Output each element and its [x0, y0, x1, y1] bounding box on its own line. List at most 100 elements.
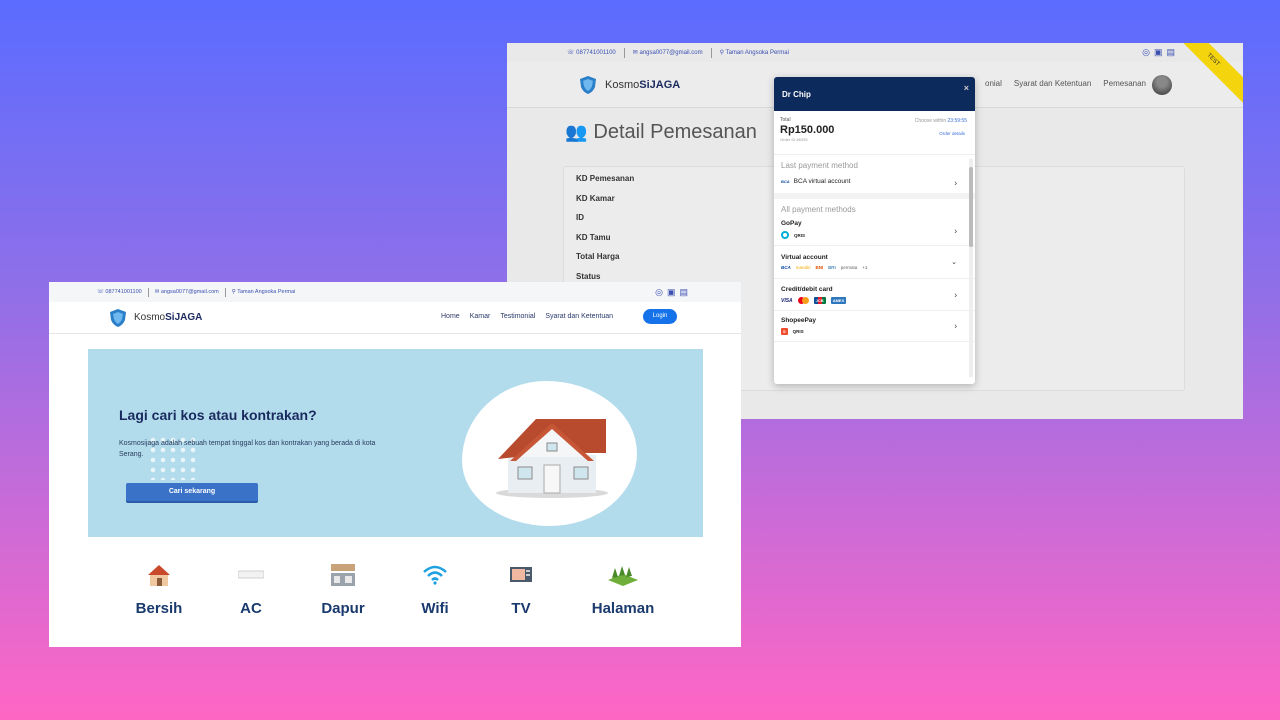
feature-item: TV	[481, 562, 561, 617]
nav-pemesanan[interactable]: Pemesanan	[1103, 79, 1146, 88]
email-text: ✉ angsa0077@gmail.com	[154, 289, 219, 295]
feature-label: Bersih	[135, 600, 183, 617]
hero-description: Kosmosijaga adalah sebuah tempat tinggal…	[119, 440, 376, 458]
brand-prefix: Kosmo	[605, 78, 640, 91]
order-id: Order ID #6335	[780, 137, 808, 142]
countdown-timer: Choose within 23:59:55	[914, 118, 967, 124]
mail-icon[interactable]: ▤	[679, 287, 688, 298]
wifi-icon	[423, 565, 447, 585]
house-icon	[148, 565, 170, 586]
page-title: 👥 Detail Pemesanan	[565, 121, 757, 143]
feature-label: Halaman	[591, 600, 655, 617]
bni-logo: BNI	[815, 265, 824, 270]
tv-icon	[510, 567, 532, 582]
whatsapp-icon[interactable]: ◎	[655, 287, 663, 298]
feature-item: AC	[211, 562, 291, 617]
qris-logo: QRIS	[794, 232, 806, 238]
merchant-name: Dr Chip	[782, 89, 811, 99]
mandiri-logo: mandiri	[795, 265, 811, 270]
brand-logo[interactable]: KosmoSiJAGA	[577, 74, 680, 96]
chevron-down-icon: ⌄	[951, 259, 957, 266]
yard-icon	[608, 566, 638, 586]
modal-header: Dr Chip ×	[774, 77, 975, 111]
chevron-right-icon: ›	[954, 290, 957, 299]
user-avatar[interactable]	[1152, 75, 1172, 95]
nav-home[interactable]: Home	[441, 313, 460, 320]
permata-logo: permata	[840, 265, 858, 270]
feature-label: TV	[511, 600, 531, 617]
feature-label: AC	[240, 600, 262, 617]
feature-label: Dapur	[321, 600, 365, 617]
shield-logo-icon	[580, 75, 596, 94]
nav-syarat[interactable]: Syarat dan Ketentuan	[545, 313, 613, 320]
chevron-right-icon: ›	[954, 321, 957, 331]
instagram-icon[interactable]: ▣	[667, 287, 676, 298]
nav-links: Home Kamar Testimonial Syarat dan Ketent…	[441, 313, 613, 320]
total-summary: Total Rp150.000 Order ID #6335 Choose wi…	[774, 111, 975, 155]
hero-title: Lagi cari kos atau kontrakan?	[119, 407, 317, 423]
users-icon: 👥	[565, 122, 588, 142]
nav-links: onial Syarat dan Ketentuan Pemesanan	[985, 79, 1146, 88]
feature-label: Wifi	[421, 600, 449, 617]
email-text: ✉ angsa0077@gmail.com	[632, 50, 703, 56]
feature-item: Wifi	[395, 562, 475, 617]
house-icon	[496, 419, 608, 498]
shopeepay-logo: S	[781, 328, 788, 335]
payment-method-shopeepay[interactable]: ShopeePay S QRIS ›	[774, 311, 975, 342]
bca-logo: BCA	[781, 265, 791, 270]
search-now-button[interactable]: Cari sekarang	[126, 483, 258, 501]
brand-logo[interactable]: KosmoSiJAGA	[107, 307, 202, 329]
bca-logo: BCA	[781, 178, 790, 185]
method-name: Credit/debit card	[781, 286, 833, 293]
close-icon[interactable]: ×	[964, 83, 969, 93]
contact-topbar: ☏ 087741001100 ✉ angsa0077@gmail.com ⚲ T…	[49, 282, 741, 302]
whatsapp-icon[interactable]: ◎	[1142, 47, 1150, 58]
nav-testimonial[interactable]: onial	[985, 79, 1002, 88]
mail-icon[interactable]: ▤	[1166, 47, 1175, 58]
more-count: +1	[862, 265, 868, 270]
method-name: GoPay	[781, 220, 802, 227]
method-name: ShopeePay	[781, 317, 817, 324]
visa-logo: VISA	[781, 297, 793, 304]
hero-banner: Lagi cari kos atau kontrakan? Kosmosijag…	[88, 349, 703, 537]
bri-logo: BRI	[828, 265, 836, 270]
payment-modal: Dr Chip × Total Rp150.000 Order ID #6335…	[774, 77, 975, 384]
address-text: ⚲ Taman Angsoka Permai	[231, 289, 296, 295]
contact-topbar: ☏ 087741001100 ✉ angsa0077@gmail.com ⚲ T…	[507, 43, 1243, 62]
all-methods-label: All payment methods	[781, 205, 856, 214]
modal-scrollbar[interactable]	[969, 159, 973, 377]
qris-logo: QRIS	[792, 329, 804, 334]
feature-item: Dapur	[303, 562, 383, 617]
mastercard-logo	[797, 297, 809, 304]
feature-item: Halaman	[583, 562, 663, 617]
kitchen-icon	[331, 564, 355, 586]
login-button[interactable]: Login	[643, 309, 677, 324]
navbar: KosmoSiJAGA Home Kamar Testimonial Syara…	[49, 302, 741, 334]
chevron-right-icon: ›	[954, 178, 957, 187]
jcb-logo: JCB	[813, 297, 826, 304]
brand-suffix: SiJAGA	[639, 78, 681, 91]
payment-method-virtual-account[interactable]: Virtual account BCA mandiri BNI BRI perm…	[774, 246, 975, 279]
gopay-logo	[781, 231, 789, 239]
chevron-right-icon: ›	[954, 226, 957, 235]
payment-method-gopay[interactable]: GoPay QRIS ›	[774, 216, 975, 246]
instagram-icon[interactable]: ▣	[1154, 47, 1163, 58]
feature-list: Bersih AC Dapur Wifi TV Halaman	[49, 562, 741, 632]
order-details-link[interactable]: Order details	[939, 131, 965, 136]
nav-syarat[interactable]: Syarat dan Ketentuan	[1014, 79, 1091, 88]
address-text: ⚲ Taman Angsoka Permai	[719, 50, 789, 56]
amex-logo: AMEX	[830, 297, 847, 304]
phone-text: ☏ 087741001100	[97, 289, 142, 295]
last-method-label: Last payment method	[781, 161, 858, 170]
payment-method-card[interactable]: Credit/debit card VISA JCB AMEX ›	[774, 279, 975, 311]
brand-prefix: Kosmo	[134, 312, 166, 323]
brand-suffix: SiJAGA	[165, 312, 203, 323]
last-method-name: BCA virtual account	[793, 178, 851, 185]
method-name: Virtual account	[781, 254, 828, 261]
nav-kamar[interactable]: Kamar	[470, 313, 491, 320]
air-conditioner-icon	[238, 570, 264, 579]
last-payment-method[interactable]: BCA BCA virtual account ›	[774, 172, 975, 193]
landing-screenshot: ☏ 087741001100 ✉ angsa0077@gmail.com ⚲ T…	[49, 282, 741, 647]
nav-testimonial[interactable]: Testimonial	[500, 313, 535, 320]
shield-logo-icon	[110, 308, 126, 327]
